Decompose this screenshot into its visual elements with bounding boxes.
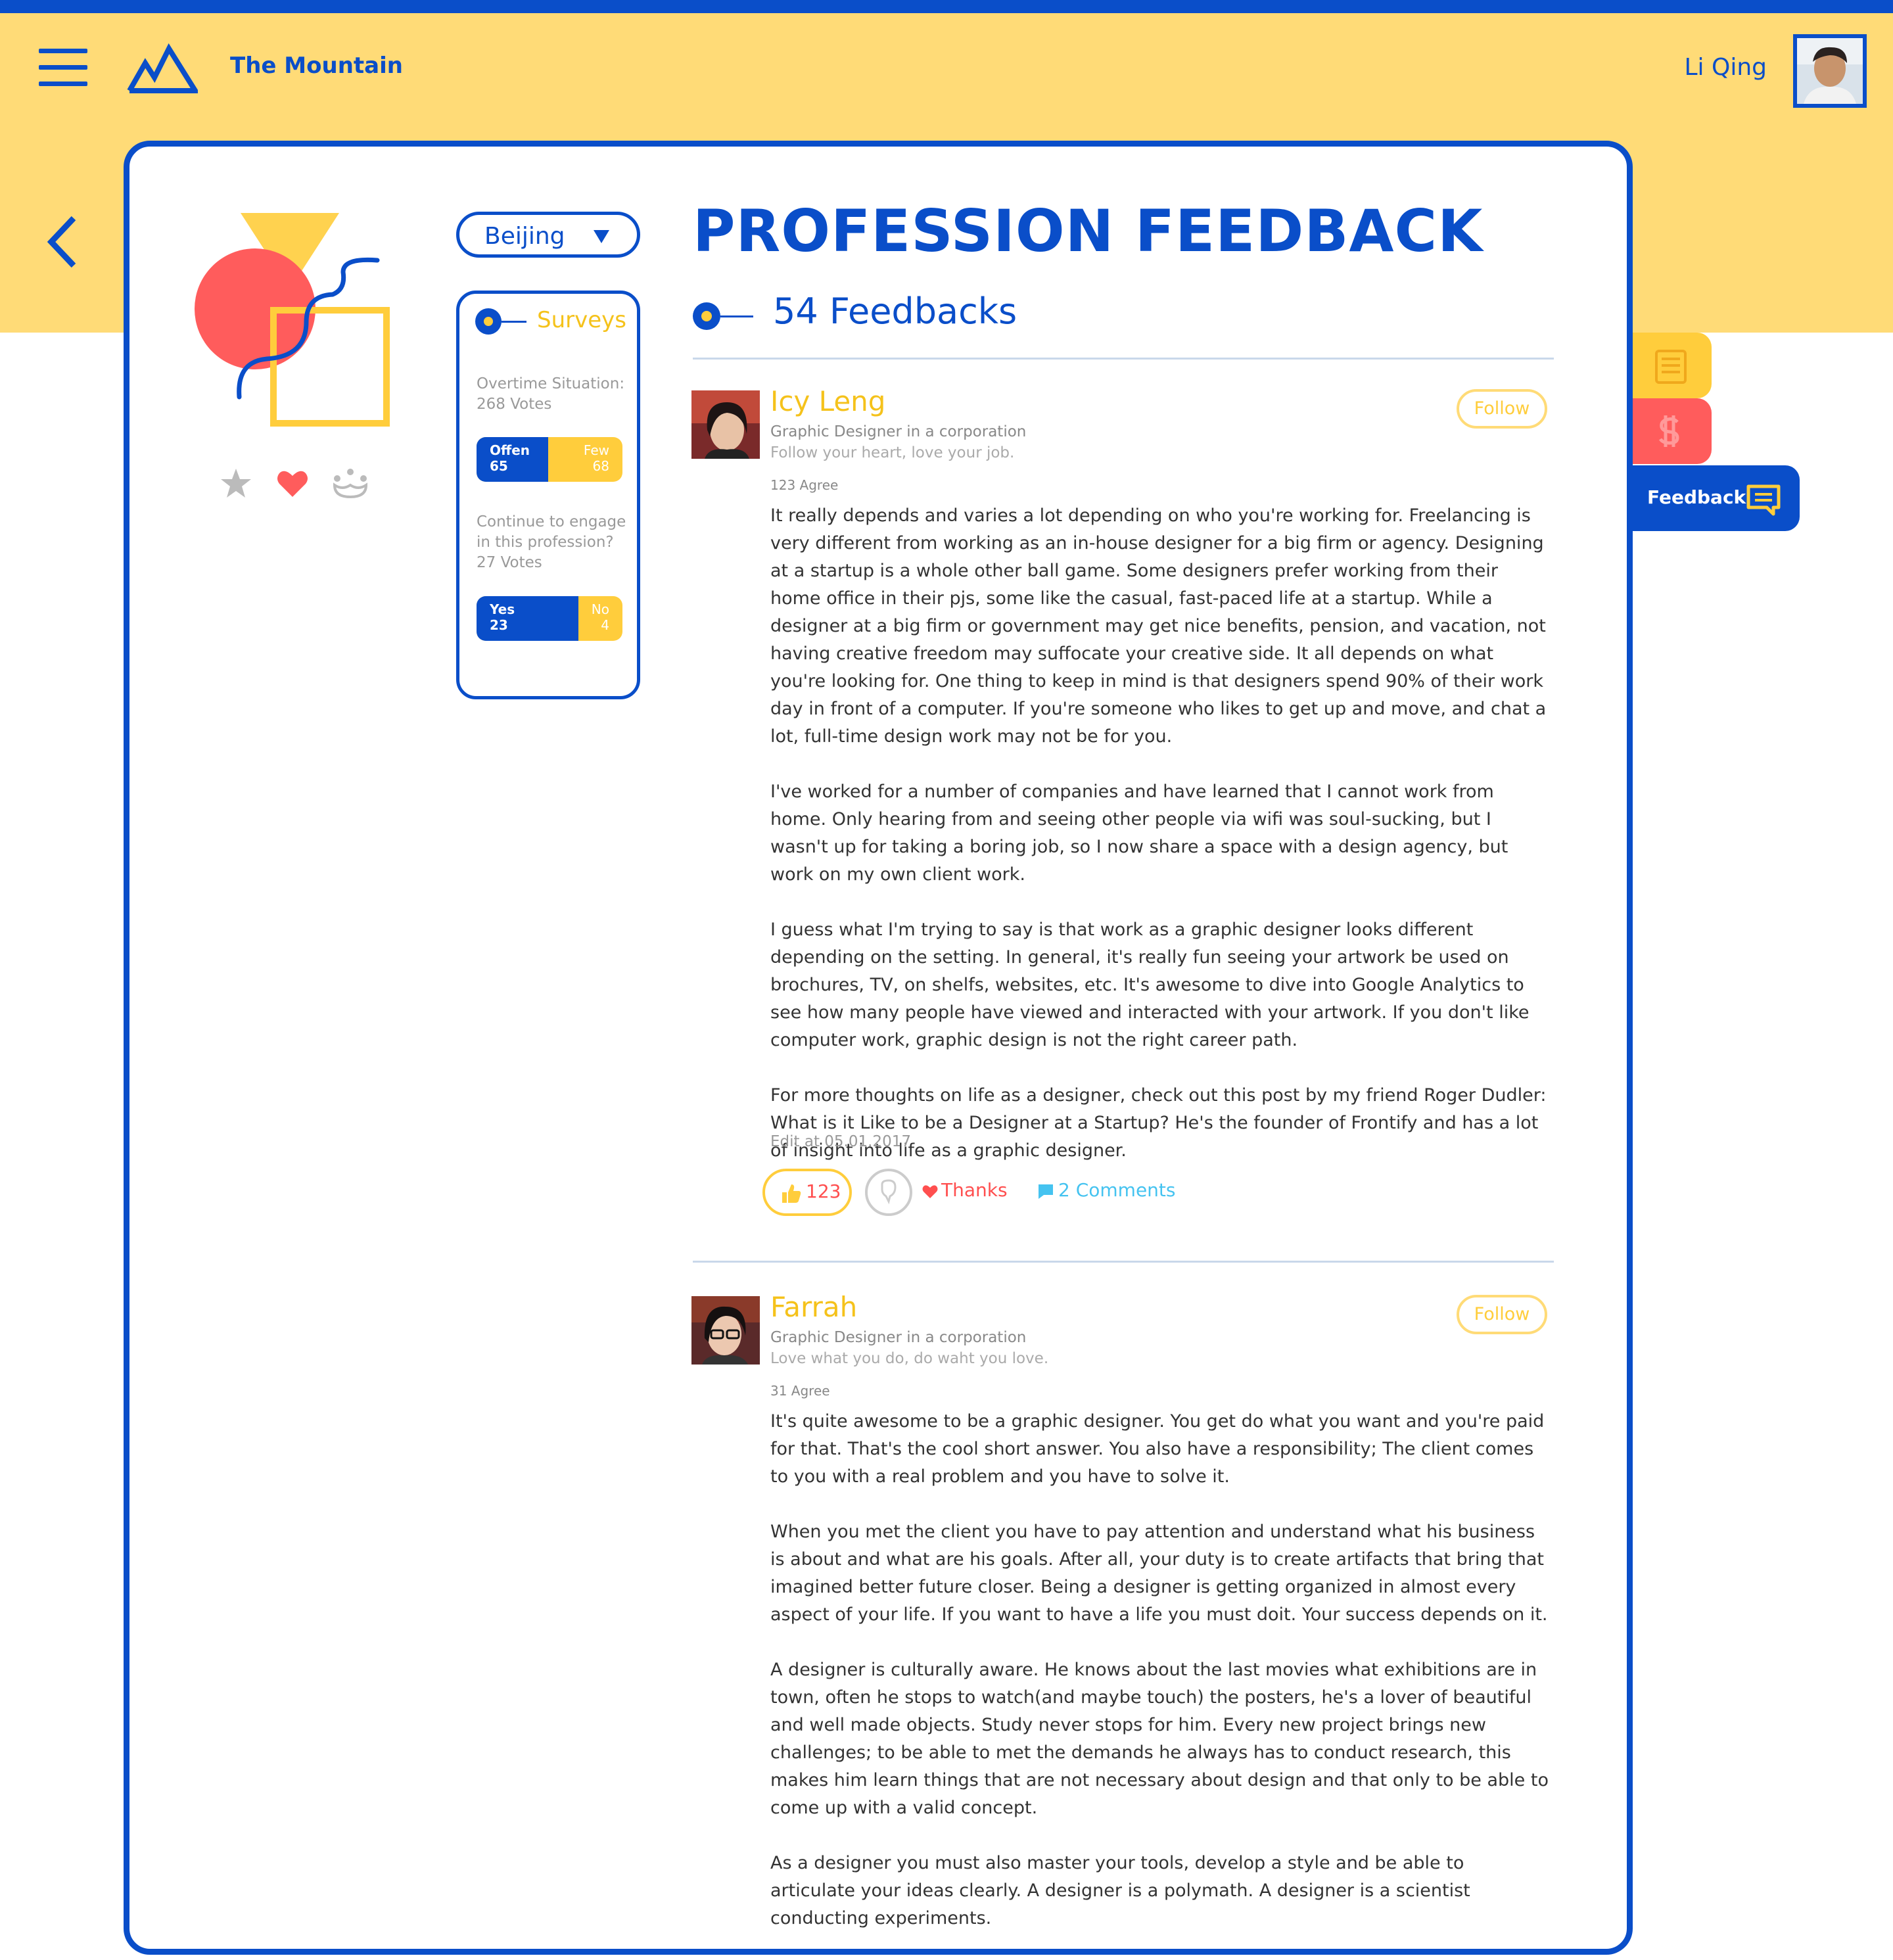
survey-left-option: Offen 65 xyxy=(490,442,530,474)
survey-votes: 27 Votes xyxy=(477,554,542,571)
author-avatar[interactable] xyxy=(691,390,760,459)
author-role: Graphic Designer in a corporation xyxy=(770,423,1027,440)
post-paragraph: A designer is culturally aware. He knows… xyxy=(770,1660,1549,1818)
feedback-tab[interactable]: Feedback xyxy=(1633,465,1800,531)
thumbs-up-icon xyxy=(782,1184,801,1203)
dislike-button[interactable] xyxy=(865,1169,912,1216)
back-arrow-icon[interactable] xyxy=(45,214,82,269)
post-paragraph: I've worked for a number of companies an… xyxy=(770,782,1508,885)
survey-question-text: Overtime Situation: xyxy=(477,375,625,392)
top-accent-bar xyxy=(0,0,1893,13)
feedback-bullet-line xyxy=(720,315,753,317)
post-paragraph: It really depends and varies a lot depen… xyxy=(770,505,1547,747)
survey-right-option: No 4 xyxy=(591,601,609,633)
feedback-count: 54 Feedbacks xyxy=(773,291,1017,332)
user-avatar[interactable] xyxy=(1793,34,1867,108)
survey-left-option: Yes 23 xyxy=(490,601,515,633)
feedback-bullet-icon xyxy=(693,302,720,330)
author-avatar[interactable] xyxy=(691,1296,760,1365)
author-name[interactable]: Icy Leng xyxy=(770,385,885,417)
post-actions: 123 Thanks 2 Comments xyxy=(762,1169,1551,1216)
divider xyxy=(693,1261,1554,1263)
post-paragraph: It's quite awesome to be a graphic desig… xyxy=(770,1411,1545,1487)
heart-icon[interactable] xyxy=(922,1183,939,1199)
author-motto: Follow your heart, love your job. xyxy=(770,444,1015,461)
edit-date: Edit at 05.01.2017 xyxy=(770,1133,911,1150)
author-role: Graphic Designer in a corporation xyxy=(770,1329,1027,1346)
post-paragraph: As a designer you must also master your … xyxy=(770,1853,1470,1928)
post-body: It really depends and varies a lot depen… xyxy=(770,502,1549,1192)
survey-question: Continue to engage in this profession? 2… xyxy=(477,512,634,573)
like-button[interactable]: 123 xyxy=(762,1169,852,1216)
heart-icon[interactable] xyxy=(275,467,310,501)
documents-tab[interactable] xyxy=(1633,333,1712,398)
agree-count: 31 Agree xyxy=(770,1383,830,1399)
survey-question: Overtime Situation: 268 Votes xyxy=(477,374,634,415)
survey-right-option: Few 68 xyxy=(583,442,609,474)
survey-votes: 268 Votes xyxy=(477,396,552,413)
star-icon[interactable] xyxy=(219,467,253,501)
post-paragraph: For more thoughts on life as a designer,… xyxy=(770,1085,1547,1161)
post-paragraph: I guess what I'm trying to say is that w… xyxy=(770,920,1530,1050)
crown-icon[interactable] xyxy=(332,467,368,501)
salary-tab[interactable] xyxy=(1633,398,1712,464)
dislike-icon xyxy=(881,1179,897,1205)
city-dropdown[interactable]: Beijing xyxy=(456,212,640,258)
city-dropdown-value: Beijing xyxy=(484,223,565,250)
reaction-icons xyxy=(219,467,377,503)
divider xyxy=(693,358,1554,360)
comments-link[interactable]: 2 Comments xyxy=(1058,1179,1176,1201)
brand-name[interactable]: The Mountain xyxy=(230,53,403,79)
survey-result-bar[interactable]: Yes 23 No 4 xyxy=(477,596,622,641)
author-name[interactable]: Farrah xyxy=(770,1291,857,1323)
survey-result-bar[interactable]: Offen 65 Few 68 xyxy=(477,437,622,482)
dropdown-arrow-icon xyxy=(594,230,609,243)
username[interactable]: Li Qing xyxy=(1684,54,1767,81)
survey-question-text: Continue to engage in this profession? xyxy=(477,513,626,551)
surveys-title: Surveys xyxy=(537,307,626,333)
page-title: PROFESSION FEEDBACK xyxy=(693,197,1484,265)
comment-icon[interactable] xyxy=(1037,1183,1054,1200)
surveys-bullet-icon xyxy=(475,308,502,335)
like-count: 123 xyxy=(806,1180,841,1202)
surveys-panel: Surveys Overtime Situation: 268 Votes Of… xyxy=(456,291,640,699)
follow-button[interactable]: Follow xyxy=(1457,389,1547,429)
chat-icon xyxy=(1746,484,1781,516)
post-paragraph: When you met the client you have to pay … xyxy=(770,1522,1548,1625)
feedback-tab-label: Feedback xyxy=(1647,486,1746,508)
dollar-icon xyxy=(1658,415,1679,447)
hamburger-menu-icon[interactable] xyxy=(39,49,87,87)
thanks-button[interactable]: Thanks xyxy=(941,1179,1008,1201)
surveys-bullet-line xyxy=(502,321,526,323)
mountain-logo-icon[interactable] xyxy=(127,43,198,93)
document-icon xyxy=(1655,350,1687,384)
follow-button[interactable]: Follow xyxy=(1457,1295,1547,1334)
agree-count: 123 Agree xyxy=(770,477,839,493)
profession-illustration xyxy=(195,213,390,427)
author-motto: Love what you do, do waht you love. xyxy=(770,1350,1049,1367)
post-body: It's quite awesome to be a graphic desig… xyxy=(770,1408,1549,1960)
